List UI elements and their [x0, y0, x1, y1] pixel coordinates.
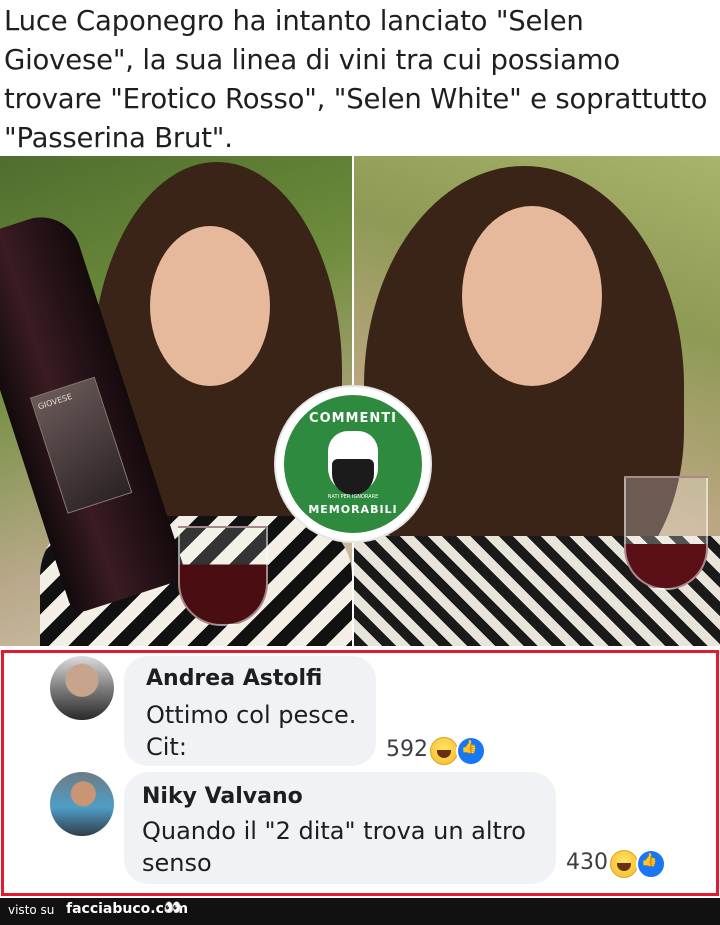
- laughing-face-icon[interactable]: [610, 850, 638, 878]
- eyes-icon: 👀: [164, 900, 182, 916]
- logo-badge: COMMENTI NATI PER IGNORARE MEMORABILI: [284, 395, 422, 533]
- bottle-label-text: GIOVESE: [36, 391, 74, 412]
- reaction-count[interactable]: 430: [566, 850, 608, 875]
- post-caption: Luce Caponegro ha intanto lanciato "Sele…: [4, 5, 708, 154]
- photo-left: GIOVESE: [0, 156, 352, 646]
- commenti-memorabili-logo: COMMENTI NATI PER IGNORARE MEMORABILI: [276, 387, 430, 541]
- footer-bar: visto su facciabuco.com 👀: [0, 898, 720, 925]
- comment-author[interactable]: Andrea Astolfi: [146, 666, 322, 691]
- logo-bottom-text: MEMORABILI: [308, 503, 398, 516]
- face-shape: [462, 206, 602, 386]
- comment-bubble: Andrea Astolfi Ottimo col pesce. Cit:: [124, 656, 376, 766]
- comment-author[interactable]: Niky Valvano: [142, 784, 303, 809]
- footer-prefix: visto su: [8, 903, 55, 917]
- wine-glass: [178, 526, 268, 626]
- face-shape: [150, 226, 270, 386]
- logo-beard-icon: [332, 459, 374, 495]
- wine-glass: [624, 476, 708, 590]
- thumbs-up-icon[interactable]: [456, 736, 486, 766]
- comment-line: Quando il "2 dita" trova un altro: [142, 817, 526, 845]
- avatar[interactable]: [50, 772, 114, 836]
- comment-line: Cit:: [146, 733, 187, 761]
- comment-line: senso: [142, 849, 212, 877]
- laughing-face-icon[interactable]: [430, 737, 458, 765]
- avatar[interactable]: [50, 656, 114, 720]
- logo-small-text: NATI PER IGNORARE: [327, 494, 379, 500]
- thumbs-up-icon[interactable]: [636, 849, 666, 879]
- logo-top-text: COMMENTI: [309, 411, 397, 426]
- photo-right: [354, 156, 720, 646]
- comment-line: Ottimo col pesce.: [146, 701, 357, 729]
- bottle-label: GIOVESE: [29, 376, 133, 514]
- reaction-count[interactable]: 592: [386, 737, 428, 762]
- comment-bubble: Niky Valvano Quando il "2 dita" trova un…: [124, 772, 556, 884]
